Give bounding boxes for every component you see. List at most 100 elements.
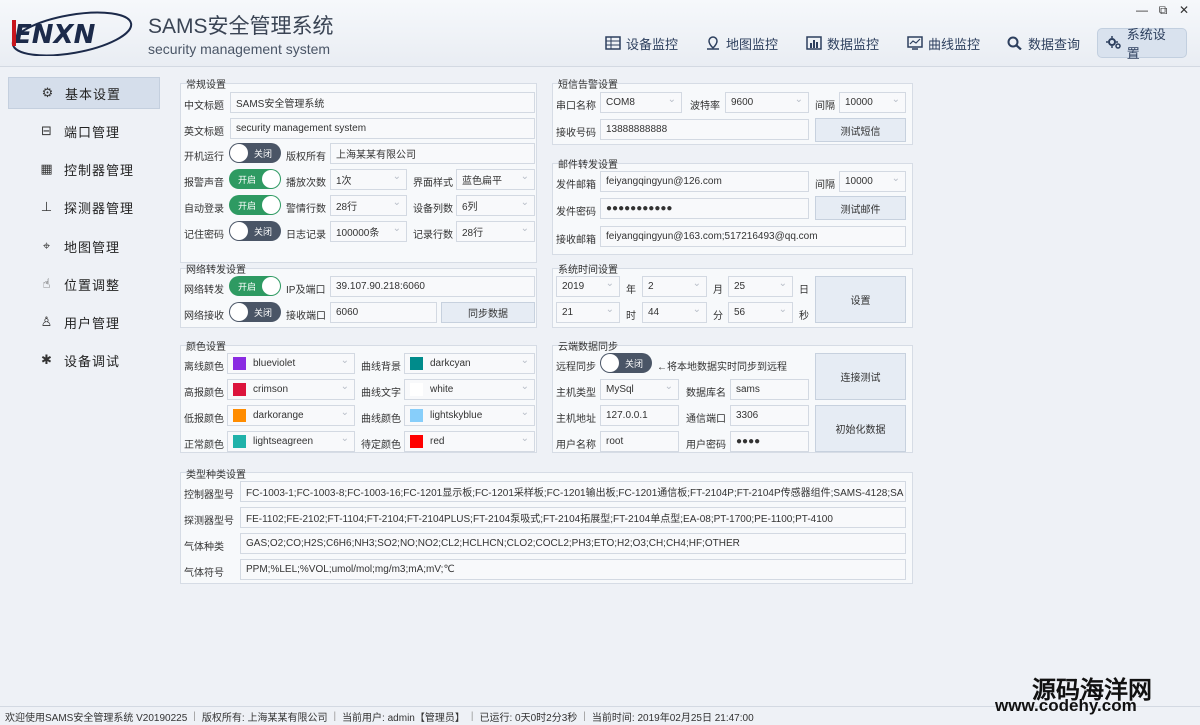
username-input[interactable]: root <box>600 431 679 452</box>
color-swatch <box>233 435 246 448</box>
curve-bg-label: 曲线背景 <box>361 362 401 373</box>
nav-device-monitor[interactable]: 设备监控 <box>597 28 686 58</box>
device-cols-select[interactable]: 6列 <box>456 195 535 216</box>
gas-symbol-input[interactable]: PPM;%LEL;%VOL;umol/mol;mg/m3;mA;mV;℃ <box>240 559 906 580</box>
map-pin-icon <box>707 36 719 50</box>
curve-color-select[interactable]: lightskyblue <box>404 405 535 426</box>
month-select[interactable]: 2 <box>642 276 707 297</box>
low-color-label: 低报颜色 <box>184 414 224 425</box>
autorun-label: 开机运行 <box>184 152 224 163</box>
serial-port-select[interactable]: COM8 <box>600 92 682 113</box>
sms-interval-label: 间隔 <box>815 101 835 112</box>
log-select[interactable]: 100000条 <box>330 221 407 242</box>
close-button[interactable]: ✕ <box>1176 3 1192 17</box>
color-swatch <box>410 383 423 396</box>
sidebar-item-map-management[interactable]: ⌖ 地图管理 <box>8 230 160 262</box>
sidebar-item-device-debug[interactable]: ✱ 设备调试 <box>8 344 160 376</box>
remote-sync-toggle[interactable]: 关闭 <box>600 353 652 373</box>
remember-password-toggle[interactable]: 关闭 <box>229 221 281 241</box>
pending-color-select[interactable]: red <box>404 431 535 452</box>
sidebar-item-controller-management[interactable]: ▦ 控制器管理 <box>8 153 160 185</box>
forward-toggle[interactable]: 开启 <box>229 276 281 296</box>
en-title-input[interactable]: security management system <box>230 118 535 139</box>
sync-data-button[interactable]: 同步数据 <box>441 302 535 323</box>
sidebar-item-port-management[interactable]: ⊟ 端口管理 <box>8 115 160 147</box>
gas-type-input[interactable]: GAS;O2;CO;H2S;C6H6;NH3;SO2;NO;NO2;CL2;HC… <box>240 533 906 554</box>
hour-select[interactable]: 21 <box>556 302 620 323</box>
svg-text:ENXN: ENXN <box>14 20 96 50</box>
status-running: 已运行: 0天0时2分3秒 <box>479 712 578 724</box>
nav-curve-monitor[interactable]: 曲线监控 <box>899 28 988 58</box>
autorun-toggle[interactable]: 关闭 <box>229 143 281 163</box>
gas-type-label: 气体种类 <box>184 542 224 553</box>
nav-map-monitor[interactable]: 地图监控 <box>697 28 786 58</box>
offline-color-select[interactable]: blueviolet <box>227 353 355 374</box>
receiver-input[interactable]: feiyangqingyun@163.com;517216493@qq.com <box>600 226 906 247</box>
day-select[interactable]: 25 <box>728 276 793 297</box>
alarm-rows-select[interactable]: 28行 <box>330 195 407 216</box>
ip-port-input[interactable]: 39.107.90.218:6060 <box>330 276 535 297</box>
status-welcome: 欢迎使用SAMS安全管理系统 V20190225 <box>5 712 188 724</box>
normal-color-select[interactable]: lightseagreen <box>227 431 355 452</box>
restore-button[interactable]: ⧉ <box>1155 3 1171 18</box>
high-color-select[interactable]: crimson <box>227 379 355 400</box>
ui-style-select[interactable]: 蓝色扁平 <box>456 169 535 190</box>
color-swatch <box>410 409 423 422</box>
detector-model-input[interactable]: FE-1102;FE-2102;FT-1104;FT-2104;FT-2104P… <box>240 507 906 528</box>
copyright-input[interactable]: 上海某某有限公司 <box>330 143 535 164</box>
curve-bg-select[interactable]: darkcyan <box>404 353 535 374</box>
sms-interval-select[interactable]: 10000 <box>839 92 906 113</box>
sidebar-item-position-adjust[interactable]: ☝ 位置调整 <box>8 268 160 300</box>
sender-input[interactable]: feiyangqingyun@126.com <box>600 171 809 192</box>
db-name-input[interactable]: sams <box>730 379 809 400</box>
receive-number-input[interactable]: 13888888888 <box>600 119 809 140</box>
sidebar-item-label: 位置调整 <box>64 277 121 293</box>
test-sms-button[interactable]: 测试短信 <box>815 118 906 142</box>
user-password-input[interactable]: ●●●● <box>730 431 809 452</box>
recv-port-label: 接收端口 <box>286 311 326 322</box>
recv-port-input[interactable]: 6060 <box>330 302 437 323</box>
alarm-sound-toggle[interactable]: 开启 <box>229 169 281 189</box>
play-count-select[interactable]: 1次 <box>330 169 407 190</box>
color-swatch <box>410 357 423 370</box>
search-icon <box>1007 36 1022 50</box>
low-color-select[interactable]: darkorange <box>227 405 355 426</box>
host-type-select[interactable]: MySql <box>600 379 679 400</box>
nav-data-query[interactable]: 数据查询 <box>999 28 1088 58</box>
mail-interval-select[interactable]: 10000 <box>839 171 906 192</box>
nav-label: 地图监控 <box>726 36 779 52</box>
curve-icon <box>907 36 923 50</box>
receive-toggle[interactable]: 关闭 <box>229 302 281 322</box>
curve-text-select[interactable]: white <box>404 379 535 400</box>
ip-port-label: IP及端口 <box>286 285 326 296</box>
autologin-toggle[interactable]: 开启 <box>229 195 281 215</box>
minute-select[interactable]: 44 <box>642 302 707 323</box>
host-addr-input[interactable]: 127.0.0.1 <box>600 405 679 426</box>
year-select[interactable]: 2019 <box>556 276 620 297</box>
comm-port-input[interactable]: 3306 <box>730 405 809 426</box>
sidebar-item-user-management[interactable]: ♙ 用户管理 <box>8 306 160 338</box>
nav-system-settings[interactable]: 系统设置 <box>1097 27 1187 61</box>
controller-model-input[interactable]: FC-1003-1;FC-1003-8;FC-1003-16;FC-1201显示… <box>240 481 906 502</box>
connect-test-button[interactable]: 连接测试 <box>815 353 906 400</box>
remote-sync-label: 远程同步 <box>556 362 596 373</box>
record-rows-select[interactable]: 28行 <box>456 221 535 242</box>
test-mail-button[interactable]: 测试邮件 <box>815 196 906 220</box>
sidebar-item-detector-management[interactable]: ⊥ 探测器管理 <box>8 191 160 223</box>
remember-password-label: 记住密码 <box>184 230 224 241</box>
sender-password-input[interactable]: ●●●●●●●●●●● <box>600 198 809 219</box>
minimize-button[interactable]: — <box>1134 3 1150 17</box>
alarm-rows-label: 警情行数 <box>286 204 326 215</box>
sender-label: 发件邮箱 <box>556 180 596 191</box>
ui-style-label: 界面样式 <box>413 178 453 189</box>
baud-select[interactable]: 9600 <box>725 92 809 113</box>
nav-data-monitor[interactable]: 数据监控 <box>798 28 887 58</box>
second-select[interactable]: 56 <box>728 302 793 323</box>
sidebar-item-basic-settings[interactable]: ⚙ 基本设置 <box>8 77 160 109</box>
init-data-button[interactable]: 初始化数据 <box>815 405 906 452</box>
cn-title-input[interactable]: SAMS安全管理系统 <box>230 92 535 113</box>
gear-icon <box>1106 36 1121 49</box>
sidebar-item-label: 地图管理 <box>64 239 121 255</box>
set-time-button[interactable]: 设置 <box>815 276 906 323</box>
bug-icon: ✱ <box>41 352 53 367</box>
